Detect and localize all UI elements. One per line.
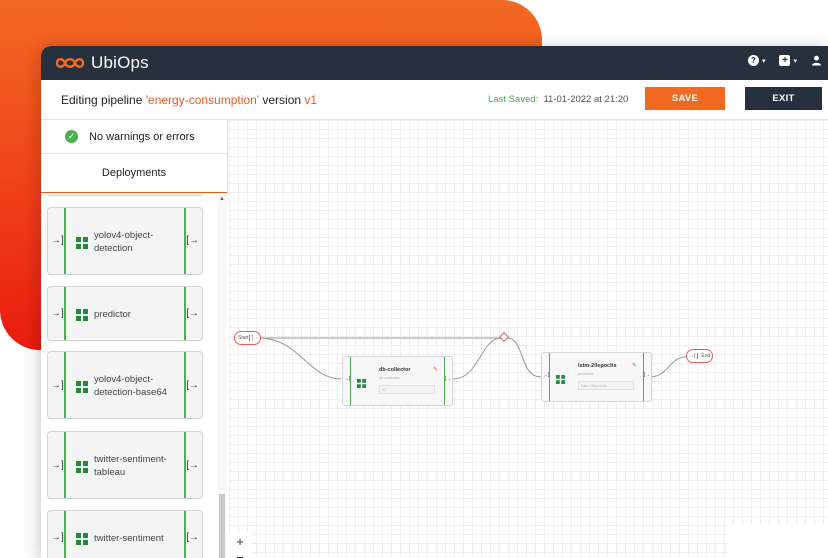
sidebar-scrollbar[interactable]: ▲	[218, 194, 226, 558]
deployment-icon	[76, 460, 88, 478]
node-subtitle: predictor	[578, 371, 594, 376]
validation-status: ✓ No warnings or errors	[41, 120, 227, 154]
minimap-panel	[727, 524, 828, 558]
end-label: End	[701, 353, 711, 359]
deployment-card[interactable]: →] twitter-sentiment [→	[47, 510, 203, 558]
input-icon: →]	[51, 532, 64, 543]
status-text: No warnings or errors	[89, 130, 195, 143]
ubiops-logo[interactable]: UbiOps	[55, 53, 149, 73]
tab-deployments-label: Deployments	[101, 167, 167, 179]
deployment-icon	[76, 308, 88, 326]
sidebar: ✓ No warnings or errors Deployments →] y…	[41, 120, 228, 558]
exit-button[interactable]: EXIT	[745, 87, 822, 110]
deployment-name: twitter-sentiment	[94, 533, 164, 544]
input-icon: →]	[51, 380, 64, 391]
deployment-name: predictor	[94, 309, 131, 320]
node-title: db-collector	[379, 367, 411, 373]
user-menu[interactable]	[811, 55, 822, 66]
user-icon	[812, 55, 821, 66]
edit-pencil-icon[interactable]: ✎	[632, 362, 637, 369]
list-item-partial[interactable]	[47, 194, 203, 196]
deployment-card[interactable]: →] predictor [→	[47, 286, 203, 341]
pipeline-connections	[258, 332, 687, 380]
add-menu[interactable]: + ▾	[779, 55, 797, 66]
title-mid: version	[259, 93, 305, 107]
help-menu[interactable]: ? ▾	[747, 55, 766, 66]
output-icon: [→	[186, 308, 199, 319]
input-icon: →]	[543, 372, 550, 378]
deployment-icon	[76, 380, 88, 398]
deployment-icon	[556, 371, 565, 389]
save-button[interactable]: SAVE	[645, 87, 725, 110]
top-navbar: UbiOps ? ▾ + ▾	[41, 46, 828, 80]
output-icon: [→	[186, 532, 199, 543]
version-select[interactable]: lstm-20epochs	[578, 381, 634, 390]
ubiops-logo-icon	[55, 58, 85, 68]
pipeline-node[interactable]: →] lstm-20epochs ✎ predictor lstm-20epoc…	[541, 352, 652, 402]
app-window: UbiOps ? ▾ + ▾ Editing pipeline 'energy-…	[41, 46, 828, 558]
deployment-name: twitter-sentiment-tableau	[94, 454, 167, 478]
output-icon: [→	[444, 376, 451, 382]
page-title: Editing pipeline 'energy-consumption' ve…	[61, 93, 317, 107]
last-saved-value: 11-01-2022 at 21:20	[543, 94, 629, 105]
edit-pencil-icon[interactable]: ✎	[433, 366, 438, 373]
scroll-up-icon[interactable]: ▲	[218, 196, 226, 202]
zoom-in-button[interactable]: +	[229, 532, 251, 550]
node-subtitle: db-collector	[379, 375, 400, 380]
deployment-list: →] yolov4-object-detection [→ →] predict…	[41, 194, 228, 558]
deployment-name: yolov4-object-detection	[94, 230, 154, 254]
scrollbar-thumb[interactable]	[219, 494, 225, 558]
input-icon: →]	[51, 235, 64, 246]
add-icon: +	[779, 55, 791, 66]
deployment-icon	[76, 236, 88, 254]
output-icon: [→	[186, 235, 199, 246]
deployment-card[interactable]: →] twitter-sentiment-tableau [→	[47, 431, 203, 499]
merge-point[interactable]	[499, 332, 509, 342]
pipeline-name: 'energy-consumption'	[145, 93, 260, 107]
deployment-icon	[357, 375, 366, 393]
start-label: Start	[238, 335, 249, 341]
output-icon: [→	[186, 460, 199, 471]
check-circle-icon: ✓	[65, 130, 78, 143]
deployment-name: yolov4-object-detection-base64	[94, 374, 167, 398]
input-icon: →]	[687, 353, 699, 359]
input-icon: →]	[344, 376, 351, 382]
input-icon: →]	[51, 460, 64, 471]
version-select-value: lstm-20epochs	[581, 383, 608, 388]
deployment-icon	[76, 532, 88, 550]
app-name: UbiOps	[91, 53, 149, 72]
pipeline-canvas[interactable]: Start [→ →] End →] db-collector ✎ db-col…	[229, 120, 828, 558]
pipeline-end[interactable]: →] End	[686, 349, 713, 363]
output-icon: [→	[248, 335, 260, 341]
pipeline-node[interactable]: →] db-collector ✎ db-collector v1 [→	[342, 356, 453, 406]
output-icon: [→	[186, 380, 199, 391]
deployment-card[interactable]: →] yolov4-object-detection [→	[47, 207, 203, 275]
deployment-card[interactable]: →] yolov4-object-detection-base64 [→	[47, 351, 203, 419]
version-select[interactable]: v1	[379, 385, 435, 394]
chevron-down-icon: ▾	[793, 57, 797, 65]
last-saved: Last Saved: 11-01-2022 at 21:20	[488, 94, 628, 105]
pipeline-start[interactable]: Start [→	[234, 331, 261, 345]
output-icon: [→	[643, 372, 650, 378]
title-prefix: Editing pipeline	[61, 93, 146, 107]
version-select-value: v1	[382, 387, 387, 392]
help-icon: ?	[747, 55, 759, 66]
stage: UbiOps ? ▾ + ▾ Editing pipeline 'energy-…	[0, 0, 828, 558]
chevron-down-icon: ▾	[761, 57, 766, 65]
tab-deployments[interactable]: Deployments	[41, 154, 227, 193]
node-title: lstm-20epochs	[578, 363, 617, 369]
input-icon: →]	[51, 308, 64, 319]
pipeline-version: v1	[304, 93, 318, 107]
last-saved-label: Last Saved:	[488, 94, 539, 105]
pipeline-header: Editing pipeline 'energy-consumption' ve…	[41, 80, 828, 120]
zoom-out-button[interactable]: −	[229, 550, 251, 558]
